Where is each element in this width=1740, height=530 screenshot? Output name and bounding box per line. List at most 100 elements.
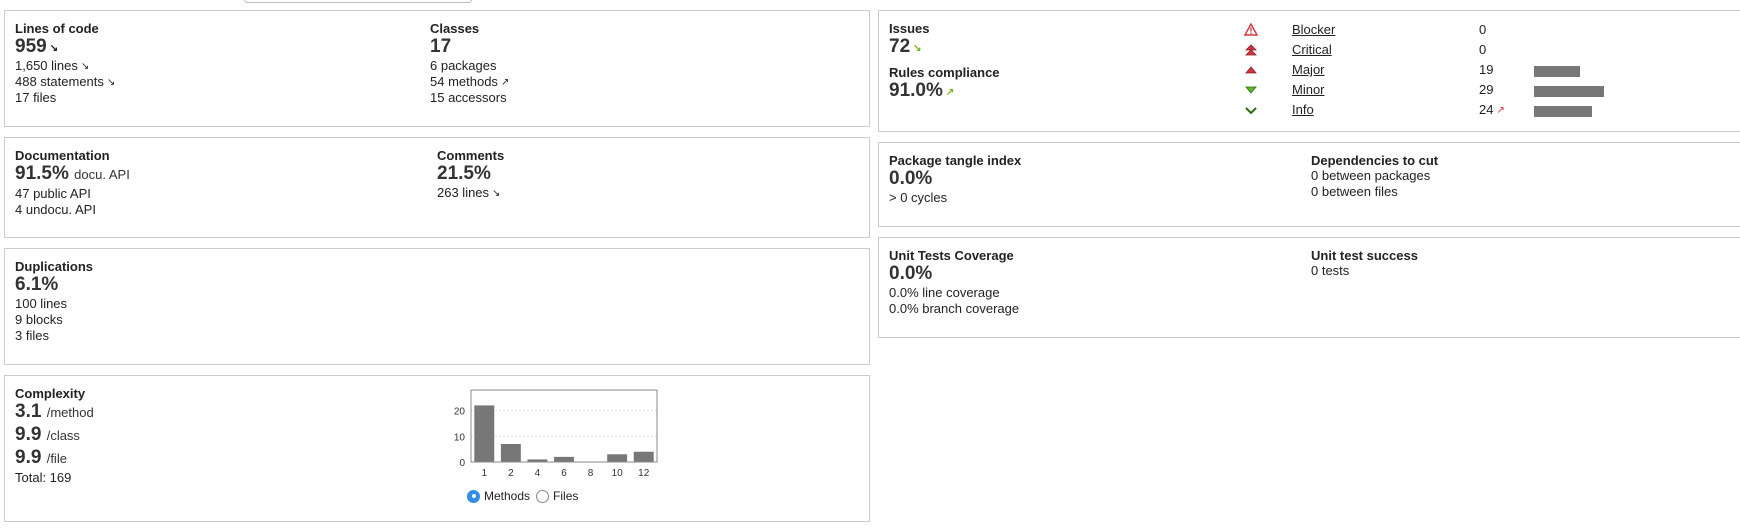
loc-statements[interactable]: 488 statements ↘ xyxy=(15,74,115,90)
severity-row-info: Info 24 ↗ xyxy=(1244,101,1664,121)
severity-count: 19 xyxy=(1479,62,1494,77)
documentation-column: Documentation 91.5% docu. API 47 public … xyxy=(15,148,130,218)
classes-title: Classes xyxy=(430,21,480,36)
coverage-value[interactable]: 0.0% xyxy=(889,263,1019,285)
dependencies-packages[interactable]: 0 between packages xyxy=(1311,168,1438,184)
dependencies-title: Dependencies to cut xyxy=(1311,153,1439,168)
severity-bar xyxy=(1534,66,1580,77)
trend-up-icon: ↗ xyxy=(945,87,955,98)
comments-value[interactable]: 21.5% xyxy=(437,163,504,185)
loc-lines[interactable]: 1,650 lines ↘ xyxy=(15,58,115,74)
severity-name[interactable]: Blocker xyxy=(1292,22,1335,37)
radio-methods-label[interactable]: Methods xyxy=(484,489,530,503)
severity-row-minor: Minor 29 xyxy=(1244,81,1664,101)
duplications-title: Duplications xyxy=(15,259,94,274)
chart-bar xyxy=(554,456,574,462)
chart-bar xyxy=(633,451,654,462)
rules-compliance-title: Rules compliance xyxy=(889,65,1000,80)
complexity-column: Complexity 3.1 /method 9.9 /class 9.9 /f… xyxy=(15,386,94,486)
coverage-widget: Unit Tests Coverage 0.0% 0.0% line cover… xyxy=(878,237,1740,338)
dependencies-column: Dependencies to cut 0 between packages 0… xyxy=(1311,153,1438,200)
y-tick-label: 20 xyxy=(454,407,466,418)
branch-coverage[interactable]: 0.0% branch coverage xyxy=(889,301,1019,317)
severity-name[interactable]: Info xyxy=(1292,102,1314,117)
duplications-files[interactable]: 3 files xyxy=(15,328,93,344)
tangle-cycles[interactable]: > 0 cycles xyxy=(889,190,1021,206)
loc-value[interactable]: 959 ↘ xyxy=(15,36,115,58)
trend-down-icon: ↘ xyxy=(913,43,922,54)
x-tick-label: 12 xyxy=(638,468,650,479)
minor-icon xyxy=(1244,83,1258,97)
dependencies-files[interactable]: 0 between files xyxy=(1311,184,1438,200)
severity-name[interactable]: Critical xyxy=(1292,42,1332,57)
x-tick-label: 2 xyxy=(508,468,514,479)
loc-files[interactable]: 17 files xyxy=(15,90,115,106)
classes-value[interactable]: 17 xyxy=(430,36,509,58)
documentation-value[interactable]: 91.5% docu. API xyxy=(15,163,130,186)
duplications-lines[interactable]: 100 lines xyxy=(15,296,93,312)
severity-count: 0 xyxy=(1479,22,1487,37)
issues-column: Issues 72 ↘ Rules compliance 91.0% ↗ xyxy=(889,21,1000,102)
test-success-title: Unit test success xyxy=(1311,248,1418,263)
classes-packages[interactable]: 6 packages xyxy=(430,58,509,74)
classes-accessors[interactable]: 15 accessors xyxy=(430,90,509,106)
line-coverage[interactable]: 0.0% line coverage xyxy=(889,285,1019,301)
trend-up-icon: ↗ xyxy=(500,77,510,88)
y-tick-label: 10 xyxy=(454,432,466,443)
loc-title: Lines of code xyxy=(15,21,99,36)
documentation-widget: Documentation 91.5% docu. API 47 public … xyxy=(4,137,870,238)
x-tick-label: 1 xyxy=(482,468,488,479)
documentation-public-api[interactable]: 47 public API xyxy=(15,186,130,202)
complexity-per-method[interactable]: 3.1 /method xyxy=(15,401,94,424)
issues-title: Issues xyxy=(889,21,930,36)
complexity-per-file[interactable]: 9.9 /file xyxy=(15,447,94,470)
radio-methods[interactable] xyxy=(467,489,480,503)
duplications-blocks[interactable]: 9 blocks xyxy=(15,312,93,328)
test-success-column: Unit test success 0 tests xyxy=(1311,248,1418,279)
duplications-widget: Duplications 6.1% 100 lines 9 blocks 3 f… xyxy=(4,248,870,365)
severity-count: 29 xyxy=(1479,82,1494,97)
x-tick-label: 10 xyxy=(612,468,624,479)
complexity-widget: Complexity 3.1 /method 9.9 /class 9.9 /f… xyxy=(4,375,870,522)
issues-widget: Issues 72 ↘ Rules compliance 91.0% ↗ Block… xyxy=(878,10,1740,132)
x-tick-label: 4 xyxy=(535,468,541,479)
complexity-distribution-chart: 010201 2 4 6 8 10 12 xyxy=(454,389,658,479)
tangle-column: Package tangle index 0.0% > 0 cycles xyxy=(889,153,1021,206)
rules-compliance-value[interactable]: 91.0% ↗ xyxy=(889,80,1000,102)
severity-count: 0 xyxy=(1479,42,1487,57)
x-tick-label: 6 xyxy=(561,468,567,479)
radio-files[interactable] xyxy=(536,489,550,503)
severity-row-blocker: Blocker 0 xyxy=(1243,21,1664,41)
tangle-title: Package tangle index xyxy=(889,153,1022,168)
classes-column: Classes 17 6 packages 54 methods ↗ 15 acc… xyxy=(430,21,509,106)
classes-methods[interactable]: 54 methods ↗ xyxy=(430,74,509,90)
loc-column: Lines of code 959 ↘ 1,650 lines ↘ 488 stat… xyxy=(15,21,115,106)
complexity-title: Complexity xyxy=(15,386,86,401)
issues-value[interactable]: 72 ↘ xyxy=(889,36,1000,58)
documentation-undocu-api[interactable]: 4 undocu. API xyxy=(15,202,130,218)
y-tick-label: 0 xyxy=(459,458,465,469)
radio-files-label[interactable]: Files xyxy=(553,489,578,503)
comments-column: Comments 21.5% 263 lines ↘ xyxy=(437,148,504,201)
chart-bar xyxy=(474,405,495,462)
documentation-title: Documentation xyxy=(15,148,110,163)
complexity-per-class[interactable]: 9.9 /class xyxy=(15,424,94,447)
complexity-total: Total: 169 xyxy=(15,470,72,485)
severity-row-major: Major 19 xyxy=(1244,61,1664,81)
severity-name[interactable]: Minor xyxy=(1292,82,1325,97)
trend-down-icon: ↘ xyxy=(106,77,116,88)
duplications-column: Duplications 6.1% 100 lines 9 blocks 3 f… xyxy=(15,259,93,344)
severity-row-critical: Critical 0 xyxy=(1244,41,1664,61)
tangle-value[interactable]: 0.0% xyxy=(889,168,1021,190)
search-input[interactable] xyxy=(244,0,472,3)
blocker-icon xyxy=(1243,22,1259,37)
comments-lines[interactable]: 263 lines ↘ xyxy=(437,185,504,201)
duplications-value[interactable]: 6.1% xyxy=(15,274,93,296)
tangle-widget: Package tangle index 0.0% > 0 cycles Dep… xyxy=(878,142,1740,227)
severity-name[interactable]: Major xyxy=(1292,62,1325,77)
chart-frame xyxy=(470,389,658,463)
tests-count[interactable]: 0 tests xyxy=(1311,263,1418,279)
trend-down-icon: ↘ xyxy=(492,188,501,199)
severity-bar xyxy=(1534,106,1592,117)
major-icon xyxy=(1244,63,1258,77)
